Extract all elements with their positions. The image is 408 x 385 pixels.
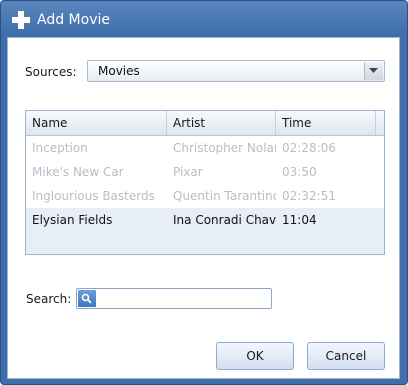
column-header-name[interactable]: Name [26,111,167,135]
cell-time: 11:04 [282,213,317,227]
cell-name: Mike's New Car [32,165,124,179]
cell-time: 02:32:51 [282,189,336,203]
chevron-down-icon [369,68,378,73]
cell-name: Inglourious Basterds [32,189,155,203]
cell-artist: Pixar [173,165,203,179]
sources-label: Sources: [25,65,77,79]
column-header-filler [376,111,384,135]
plus-icon [11,10,31,30]
table-header: Name Artist Time [26,111,384,136]
dialog-body: Sources: Movies Name Artist Time Incepti… [7,37,400,379]
cell-name: Inception [32,141,88,155]
search-box[interactable] [76,288,272,309]
ok-button[interactable]: OK [216,342,294,370]
cell-time: 02:28:06 [282,141,336,155]
column-header-time[interactable]: Time [276,111,376,135]
dialog-title: Add Movie [37,12,110,28]
cell-artist: Ina Conradi Chavez [173,213,276,227]
table-row: Mike's New Car Pixar 03:50 [26,160,384,184]
cell-artist: Quentin Tarantino [173,189,276,203]
table-row[interactable]: Elysian Fields Ina Conradi Chavez 11:04 [26,208,384,232]
cell-name: Elysian Fields [32,213,113,227]
search-input[interactable] [99,290,269,307]
add-movie-dialog: Add Movie Sources: Movies Name Artist Ti… [0,0,408,385]
dropdown-arrow-button[interactable] [364,62,383,80]
sources-selected-value: Movies [98,64,140,78]
search-icon [78,290,96,307]
search-label: Search: [26,292,72,306]
cell-artist: Christopher Nolan [173,141,276,155]
cell-time: 03:50 [282,165,317,179]
title-bar[interactable]: Add Movie [1,1,407,37]
sources-dropdown[interactable]: Movies [87,60,385,82]
table-row: Inglourious Basterds Quentin Tarantino 0… [26,184,384,208]
table-row: Inception Christopher Nolan 02:28:06 [26,136,384,160]
movie-table[interactable]: Name Artist Time Inception Christopher N… [25,110,385,255]
column-header-artist[interactable]: Artist [167,111,276,135]
cancel-button[interactable]: Cancel [307,342,385,370]
